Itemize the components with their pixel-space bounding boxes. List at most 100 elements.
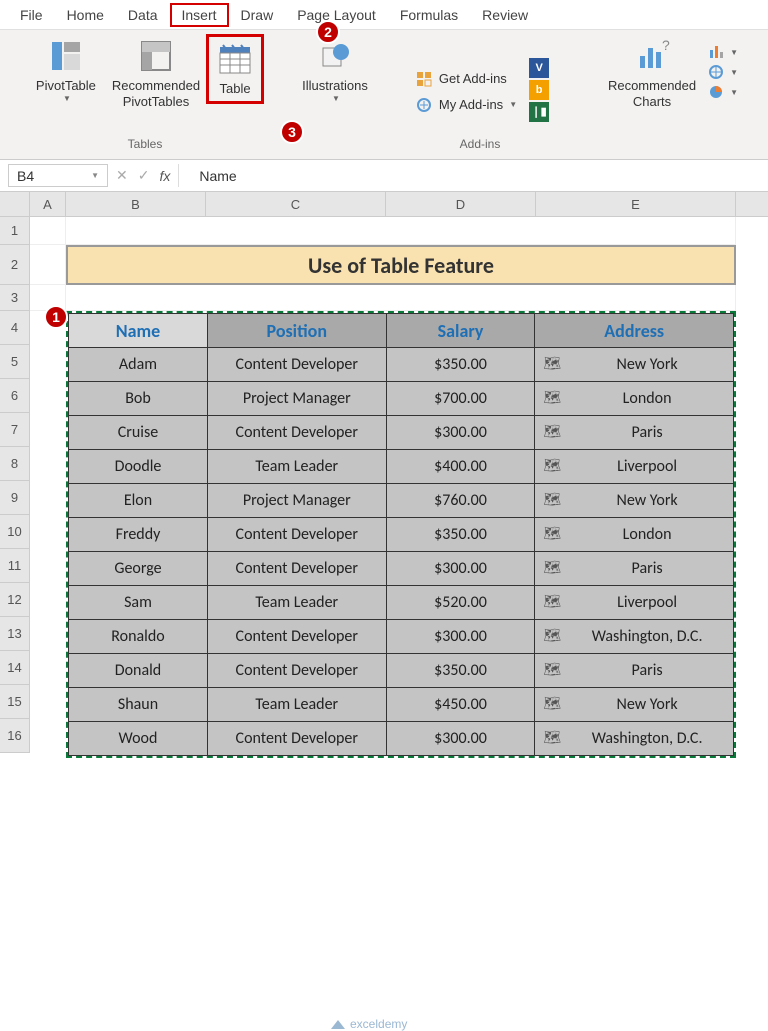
table-row[interactable]: RonaldoContent Developer$300.00🗺Washingt…: [69, 620, 734, 654]
cell-address[interactable]: 🗺Washington, D.C.: [535, 722, 734, 756]
cell-name[interactable]: Adam: [69, 348, 208, 382]
col-header-b[interactable]: B: [66, 192, 206, 216]
cell-position[interactable]: Content Developer: [207, 722, 386, 756]
tab-file[interactable]: File: [8, 3, 55, 27]
row-header-8[interactable]: 8: [0, 447, 30, 481]
row-header-4[interactable]: 4: [0, 311, 30, 345]
cell-salary[interactable]: $760.00: [386, 484, 535, 518]
row-header-6[interactable]: 6: [0, 379, 30, 413]
table-row[interactable]: SamTeam Leader$520.00🗺Liverpool: [69, 586, 734, 620]
get-addins-button[interactable]: Get Add-ins: [411, 69, 521, 89]
cell-address[interactable]: 🗺New York: [535, 688, 734, 722]
table-row[interactable]: AdamContent Developer$350.00🗺New York: [69, 348, 734, 382]
people-graph-icon[interactable]: ❘▮: [529, 102, 549, 122]
cell-position[interactable]: Team Leader: [207, 586, 386, 620]
cell-position[interactable]: Project Manager: [207, 484, 386, 518]
formula-bar[interactable]: Name: [187, 164, 760, 187]
row-header-11[interactable]: 11: [0, 549, 30, 583]
table-row[interactable]: ElonProject Manager$760.00🗺New York: [69, 484, 734, 518]
row-header-16[interactable]: 16: [0, 719, 30, 753]
tab-formulas[interactable]: Formulas: [388, 3, 470, 27]
cell-address[interactable]: 🗺London: [535, 518, 734, 552]
cell-position[interactable]: Project Manager: [207, 382, 386, 416]
cell-name[interactable]: Freddy: [69, 518, 208, 552]
my-addins-button[interactable]: My Add-ins ▼: [411, 95, 521, 115]
row-header-5[interactable]: 5: [0, 345, 30, 379]
cell-salary[interactable]: $350.00: [386, 518, 535, 552]
tab-review[interactable]: Review: [470, 3, 540, 27]
row-header-10[interactable]: 10: [0, 515, 30, 549]
cell-salary[interactable]: $300.00: [386, 620, 535, 654]
cell-salary[interactable]: $350.00: [386, 348, 535, 382]
cell-address[interactable]: 🗺New York: [535, 348, 734, 382]
cell-address[interactable]: 🗺Liverpool: [535, 450, 734, 484]
cell-name[interactable]: Ronaldo: [69, 620, 208, 654]
cell-name[interactable]: Doodle: [69, 450, 208, 484]
cell-name[interactable]: Donald: [69, 654, 208, 688]
cell-salary[interactable]: $450.00: [386, 688, 535, 722]
table-row[interactable]: DoodleTeam Leader$400.00🗺Liverpool: [69, 450, 734, 484]
cell-name[interactable]: Sam: [69, 586, 208, 620]
row-header-13[interactable]: 13: [0, 617, 30, 651]
visio-icon[interactable]: V: [529, 58, 549, 78]
cell-address[interactable]: 🗺London: [535, 382, 734, 416]
cell-position[interactable]: Team Leader: [207, 688, 386, 722]
table-header-address[interactable]: Address: [535, 314, 734, 348]
cell-salary[interactable]: $300.00: [386, 416, 535, 450]
cell-position[interactable]: Content Developer: [207, 620, 386, 654]
col-header-c[interactable]: C: [206, 192, 386, 216]
cell-salary[interactable]: $700.00: [386, 382, 535, 416]
name-box[interactable]: B4 ▼: [8, 164, 108, 187]
cell-position[interactable]: Team Leader: [207, 450, 386, 484]
cancel-button[interactable]: ✕: [116, 167, 128, 184]
cell-name[interactable]: Cruise: [69, 416, 208, 450]
table-row[interactable]: BobProject Manager$700.00🗺London: [69, 382, 734, 416]
cell-position[interactable]: Content Developer: [207, 348, 386, 382]
table-row[interactable]: DonaldContent Developer$350.00🗺Paris: [69, 654, 734, 688]
cell-address[interactable]: 🗺Paris: [535, 416, 734, 450]
table-selection[interactable]: NamePositionSalaryAddressAdamContent Dev…: [66, 311, 736, 758]
bing-icon[interactable]: b: [529, 80, 549, 100]
cell-address[interactable]: 🗺Paris: [535, 552, 734, 586]
cell-address[interactable]: 🗺Paris: [535, 654, 734, 688]
col-header-d[interactable]: D: [386, 192, 536, 216]
table-header-name[interactable]: Name: [69, 314, 208, 348]
chart-type-pie-button[interactable]: ▼: [708, 84, 738, 100]
recommended-pivottables-button[interactable]: Recommended PivotTables: [106, 34, 206, 113]
cell-salary[interactable]: $400.00: [386, 450, 535, 484]
select-all-corner[interactable]: [0, 192, 30, 216]
table-button[interactable]: Table: [206, 34, 264, 104]
table-row[interactable]: WoodContent Developer$300.00🗺Washington,…: [69, 722, 734, 756]
cell-address[interactable]: 🗺New York: [535, 484, 734, 518]
cell-name[interactable]: Shaun: [69, 688, 208, 722]
cell-salary[interactable]: $300.00: [386, 552, 535, 586]
cell-salary[interactable]: $300.00: [386, 722, 535, 756]
chart-type-column-button[interactable]: ▼: [708, 44, 738, 60]
tab-data[interactable]: Data: [116, 3, 170, 27]
cell-address[interactable]: 🗺Liverpool: [535, 586, 734, 620]
row-header-9[interactable]: 9: [0, 481, 30, 515]
table-row[interactable]: CruiseContent Developer$300.00🗺Paris: [69, 416, 734, 450]
cell-name[interactable]: Bob: [69, 382, 208, 416]
table-header-position[interactable]: Position: [207, 314, 386, 348]
cell-position[interactable]: Content Developer: [207, 654, 386, 688]
cell-name[interactable]: George: [69, 552, 208, 586]
cell-position[interactable]: Content Developer: [207, 416, 386, 450]
fx-button[interactable]: fx: [159, 168, 170, 184]
cell-position[interactable]: Content Developer: [207, 552, 386, 586]
chart-type-maps-button[interactable]: ▼: [708, 64, 738, 80]
row-header-15[interactable]: 15: [0, 685, 30, 719]
col-header-a[interactable]: A: [30, 192, 66, 216]
row-header-14[interactable]: 14: [0, 651, 30, 685]
table-row[interactable]: GeorgeContent Developer$300.00🗺Paris: [69, 552, 734, 586]
row-header-2[interactable]: 2: [0, 245, 30, 285]
tab-insert[interactable]: Insert: [170, 3, 229, 27]
grid-body[interactable]: Use of Table Feature NamePositionSalaryA…: [30, 217, 736, 753]
sheet-title[interactable]: Use of Table Feature: [66, 245, 736, 285]
cell-salary[interactable]: $520.00: [386, 586, 535, 620]
table-header-salary[interactable]: Salary: [386, 314, 535, 348]
cell-address[interactable]: 🗺Washington, D.C.: [535, 620, 734, 654]
row-header-1[interactable]: 1: [0, 217, 30, 245]
recommended-charts-button[interactable]: ? Recommended Charts: [602, 34, 702, 113]
cell-salary[interactable]: $350.00: [386, 654, 535, 688]
